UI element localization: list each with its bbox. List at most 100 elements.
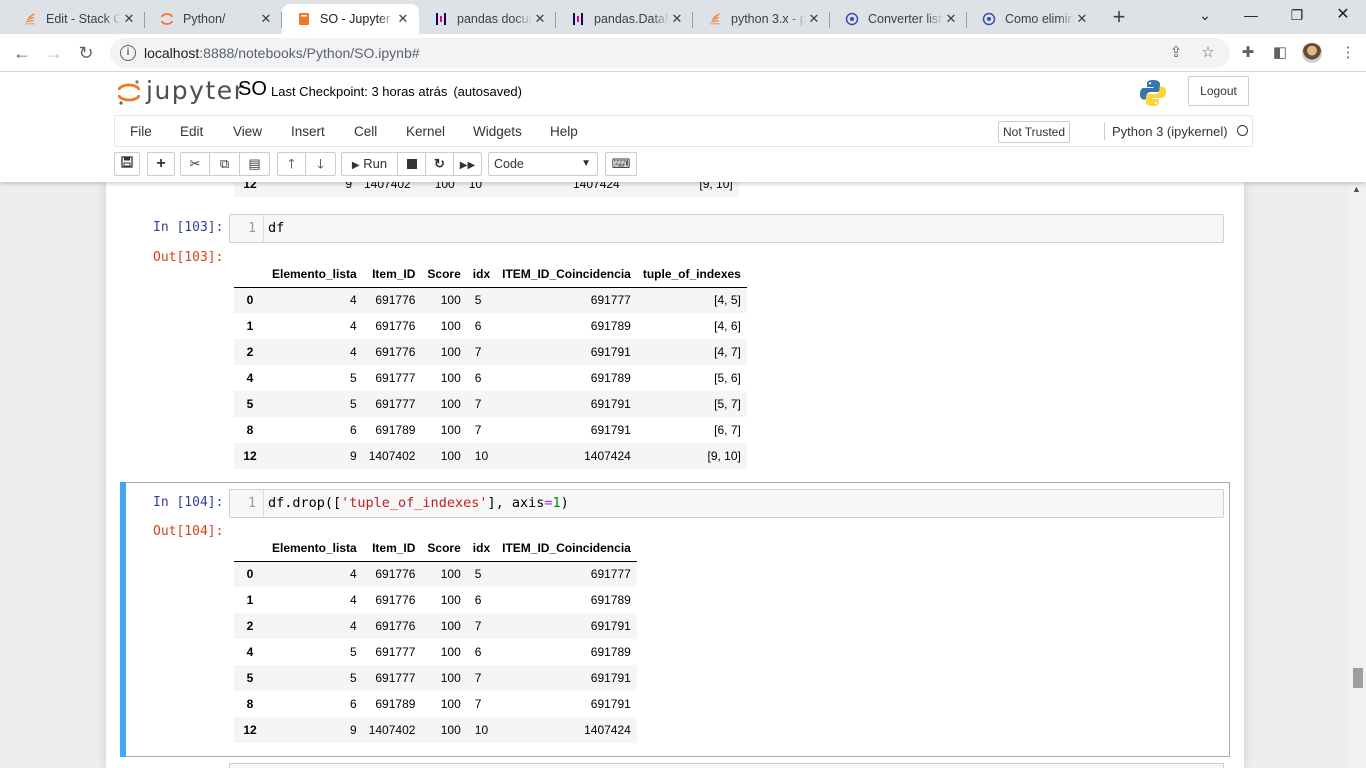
table-cell: 7	[474, 423, 482, 437]
close-window-icon[interactable]: ✕	[1320, 0, 1366, 30]
close-tab-icon[interactable]: ✕	[121, 11, 137, 27]
table-cell: [4, 7]	[714, 345, 741, 359]
row-index: 2	[246, 345, 254, 359]
scroll-up-arrow-icon[interactable]: ▲	[1352, 184, 1361, 194]
code-text[interactable]: df	[268, 215, 284, 242]
back-arrow-icon[interactable]: ←	[8, 39, 36, 67]
forward-arrow-icon[interactable]: →	[40, 39, 68, 67]
table-cell: 691791	[590, 345, 631, 359]
stackoverflow-icon	[707, 11, 723, 27]
table-cell: 691791	[590, 671, 631, 685]
save-button[interactable]	[114, 152, 140, 176]
row-index: 1	[246, 593, 254, 607]
browser-tab[interactable]: Como eliminar ✕	[967, 4, 1098, 34]
cut-button[interactable]: ✂	[180, 152, 210, 176]
trust-status-button[interactable]: Not Trusted	[998, 121, 1070, 143]
notebook-scroll-area[interactable]: 12 9 1407402 100 10 1407424 [9, 10] In […	[0, 182, 1348, 768]
new-tab-button[interactable]: +	[1106, 4, 1132, 30]
table-cell: 691789	[590, 645, 631, 659]
more-menu-icon[interactable]: ⋮	[1338, 43, 1358, 63]
table-row: 1 4 691776 100 6 691789	[234, 587, 637, 613]
restart-icon: ↻	[434, 156, 445, 171]
table-row: 5 5 691777 100 7 691791 [5, 7]	[234, 391, 747, 417]
globe-icon	[981, 11, 997, 27]
kernel-name[interactable]: Python 3 (ipykernel)	[1112, 124, 1228, 139]
menu-file[interactable]: File	[130, 124, 152, 139]
table-cell: 691776	[375, 345, 416, 359]
url-text[interactable]: localhost:8888/notebooks/Python/SO.ipynb…	[144, 45, 420, 61]
restart-run-all-button[interactable]: ▶▶	[454, 152, 482, 176]
profile-avatar[interactable]	[1302, 43, 1322, 63]
browser-tab[interactable]: Python/ ✕	[145, 4, 282, 34]
move-up-button[interactable]: 🡑	[277, 152, 306, 176]
close-tab-icon[interactable]: ✕	[669, 11, 685, 27]
menu-widgets[interactable]: Widgets	[473, 124, 522, 139]
close-tab-icon[interactable]: ✕	[943, 11, 959, 27]
extensions-puzzle-icon[interactable]: ✚	[1238, 43, 1258, 63]
table-cell: 6	[474, 593, 482, 607]
output-prompt: Out[104]:	[153, 524, 224, 539]
cell-type-select[interactable]: Code ▼	[488, 152, 598, 176]
table-cell: 7	[474, 397, 482, 411]
close-tab-icon[interactable]: ✕	[532, 11, 548, 27]
dataframe-output: Elemento_lista Item_ID Score idx ITEM_ID…	[234, 535, 637, 743]
minimize-icon[interactable]: —	[1228, 0, 1274, 30]
scrollbar-thumb[interactable]	[1353, 668, 1363, 688]
browser-tab[interactable]: Converter lista ✕	[830, 4, 967, 34]
menu-edit[interactable]: Edit	[180, 124, 203, 139]
close-tab-icon[interactable]: ✕	[258, 11, 274, 27]
table-cell: 100	[440, 293, 461, 308]
menu-cell[interactable]: Cell	[354, 124, 377, 139]
browser-tab[interactable]: Edit - Stack Overflow ✕	[8, 4, 145, 34]
browser-tab[interactable]: pandas.DataFrame ✕	[556, 4, 693, 34]
run-button[interactable]: ▶ Run	[341, 152, 398, 176]
reload-icon[interactable]: ↻	[72, 39, 100, 67]
code-input[interactable]: 1 df	[229, 214, 1224, 243]
input-prompt: In [104]:	[153, 495, 224, 510]
menu-help[interactable]: Help	[550, 124, 578, 139]
address-bar[interactable]: i localhost:8888/notebooks/Python/SO.ipy…	[110, 38, 1230, 68]
row-index: 12	[243, 723, 257, 737]
jupyter-logo-text[interactable]: jupyter	[146, 76, 245, 105]
restore-icon[interactable]: ❐	[1274, 0, 1320, 30]
table-cell: 100	[440, 567, 461, 582]
row-index: 1	[246, 319, 254, 333]
code-text[interactable]: df.drop(['tuple_of_indexes'], axis=1)	[268, 490, 569, 517]
interrupt-button[interactable]	[398, 152, 426, 176]
table-cell: [5, 6]	[714, 371, 741, 385]
table-cell: 9	[350, 723, 357, 737]
copy-icon: ⧉	[219, 156, 230, 171]
code-input[interactable]: 1 df.drop(['tuple_of_indexes'], axis=1)	[229, 489, 1224, 518]
paste-button[interactable]: ▤	[240, 152, 270, 176]
tab-search-chevron-icon[interactable]: ⌄	[1182, 0, 1228, 30]
menu-kernel[interactable]: Kernel	[406, 124, 445, 139]
copy-button[interactable]: ⧉	[210, 152, 240, 176]
logout-button[interactable]: Logout	[1188, 76, 1249, 106]
table-cell: 691789	[590, 593, 631, 607]
site-info-icon[interactable]: i	[120, 45, 136, 61]
share-icon[interactable]: ⇪	[1166, 43, 1186, 63]
move-down-button[interactable]: 🡓	[306, 152, 336, 176]
browser-tab[interactable]: pandas documentation ✕	[419, 4, 556, 34]
table-cell: 1407402	[368, 723, 416, 737]
browser-tab-active[interactable]: SO - Jupyter Notebook ✕	[282, 4, 419, 34]
command-palette-button[interactable]: ⌨	[605, 152, 637, 176]
menu-insert[interactable]: Insert	[291, 124, 325, 139]
table-row: 12 9 1407402 100 10 1407424	[234, 717, 637, 743]
notebook-name[interactable]: SO	[238, 78, 267, 101]
bookmark-star-icon[interactable]: ☆	[1198, 43, 1218, 63]
next-cell-input[interactable]	[229, 763, 1224, 768]
insert-cell-button[interactable]: +	[147, 152, 175, 176]
side-panel-icon[interactable]: ◧	[1270, 43, 1290, 63]
menu-view[interactable]: View	[233, 124, 262, 139]
restart-button[interactable]: ↻	[426, 152, 454, 176]
browser-tab[interactable]: python 3.x - pandas ✕	[693, 4, 830, 34]
close-tab-icon[interactable]: ✕	[1074, 11, 1090, 27]
table-cell: 100	[440, 723, 461, 737]
close-tab-icon[interactable]: ✕	[806, 11, 822, 27]
vertical-scrollbar[interactable]: ▲	[1348, 182, 1366, 768]
column-header: ITEM_ID_Coincidencia	[496, 261, 637, 288]
jupyter-logo-icon[interactable]	[118, 78, 140, 106]
previous-output-table: 12 9 1407402 100 10 1407424 [9, 10]	[234, 182, 739, 197]
close-tab-icon[interactable]: ✕	[395, 11, 411, 27]
